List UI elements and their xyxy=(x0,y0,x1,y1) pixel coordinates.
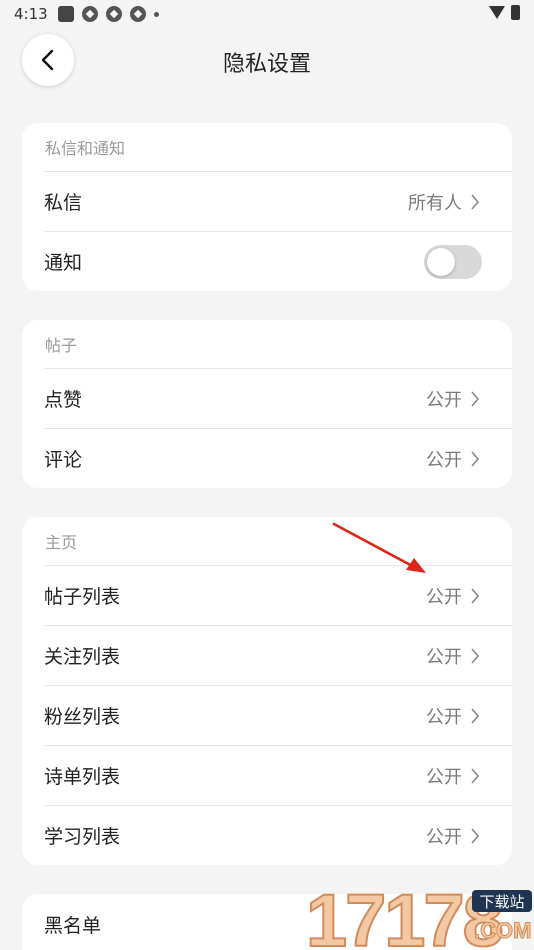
svg-text:下载站: 下载站 xyxy=(479,893,524,911)
row-label: 点赞 xyxy=(44,389,83,411)
annotation-arrow-icon xyxy=(332,522,426,573)
homepage-card: 主页 帖子列表 公开 关注列表 公开 粉丝列表 公开 诗单列表 公开 学习列表 … xyxy=(22,517,512,865)
followers-list-row[interactable]: 粉丝列表 公开 xyxy=(44,685,512,745)
chevron-right-icon xyxy=(470,827,480,844)
chevron-right-icon xyxy=(470,193,480,210)
likes-row[interactable]: 点赞 公开 xyxy=(44,368,512,428)
row-label: 黑名单 xyxy=(44,914,102,937)
section-header: 主页 xyxy=(45,533,78,552)
row-value: 公开 xyxy=(426,389,462,411)
study-list-row[interactable]: 学习列表 公开 xyxy=(44,805,512,865)
notification-row: 通知 xyxy=(44,231,512,291)
chevron-right-icon xyxy=(470,390,480,407)
row-label: 帖子列表 xyxy=(44,586,121,608)
status-time: 4:13 xyxy=(14,5,48,23)
section-header: 私信和通知 xyxy=(45,139,126,158)
wifi-icon xyxy=(489,6,505,19)
row-value: 公开 xyxy=(426,826,462,848)
watermark-logo: 17178 下载站 .COM xyxy=(305,878,534,950)
notification-icon xyxy=(57,6,74,22)
more-notifications-dot xyxy=(153,11,159,17)
row-label: 学习列表 xyxy=(44,826,121,848)
row-label: 通知 xyxy=(44,252,83,274)
page-title: 隐私设置 xyxy=(222,52,311,77)
row-value: 公开 xyxy=(426,449,462,471)
row-value: 公开 xyxy=(426,586,462,608)
posts-card: 帖子 点赞 公开 评论 公开 xyxy=(22,320,512,488)
row-value: 公开 xyxy=(426,766,462,788)
row-label: 诗单列表 xyxy=(44,766,121,788)
row-value: 公开 xyxy=(426,646,462,668)
row-label: 粉丝列表 xyxy=(44,706,121,728)
chevron-right-icon xyxy=(470,767,480,784)
section-header: 帖子 xyxy=(45,336,78,355)
private-message-row[interactable]: 私信 所有人 xyxy=(44,171,512,231)
chevron-right-icon xyxy=(470,450,480,467)
app-notification-icon xyxy=(129,6,146,22)
status-bar: 4:13 xyxy=(0,0,534,28)
battery-icon xyxy=(511,5,520,20)
notification-toggle[interactable] xyxy=(424,245,482,279)
row-label: 私信 xyxy=(44,192,83,214)
svg-text:.COM: .COM xyxy=(474,918,531,943)
toggle-knob xyxy=(427,248,455,276)
following-list-row[interactable]: 关注列表 公开 xyxy=(44,625,512,685)
svg-text:17178: 17178 xyxy=(306,882,502,950)
messages-notifications-card: 私信和通知 私信 所有人 通知 xyxy=(22,123,512,291)
chevron-right-icon xyxy=(470,587,480,604)
row-value: 公开 xyxy=(426,706,462,728)
chevron-right-icon xyxy=(470,707,480,724)
app-notification-icon xyxy=(105,6,122,22)
row-label: 评论 xyxy=(44,449,83,471)
row-label: 关注列表 xyxy=(44,646,121,668)
comments-row[interactable]: 评论 公开 xyxy=(44,428,512,488)
poem-list-row[interactable]: 诗单列表 公开 xyxy=(44,745,512,805)
header: 隐私设置 xyxy=(0,30,534,92)
chevron-right-icon xyxy=(470,647,480,664)
row-value: 所有人 xyxy=(408,192,462,214)
app-notification-icon xyxy=(81,6,98,22)
post-list-row[interactable]: 帖子列表 公开 xyxy=(44,565,512,625)
